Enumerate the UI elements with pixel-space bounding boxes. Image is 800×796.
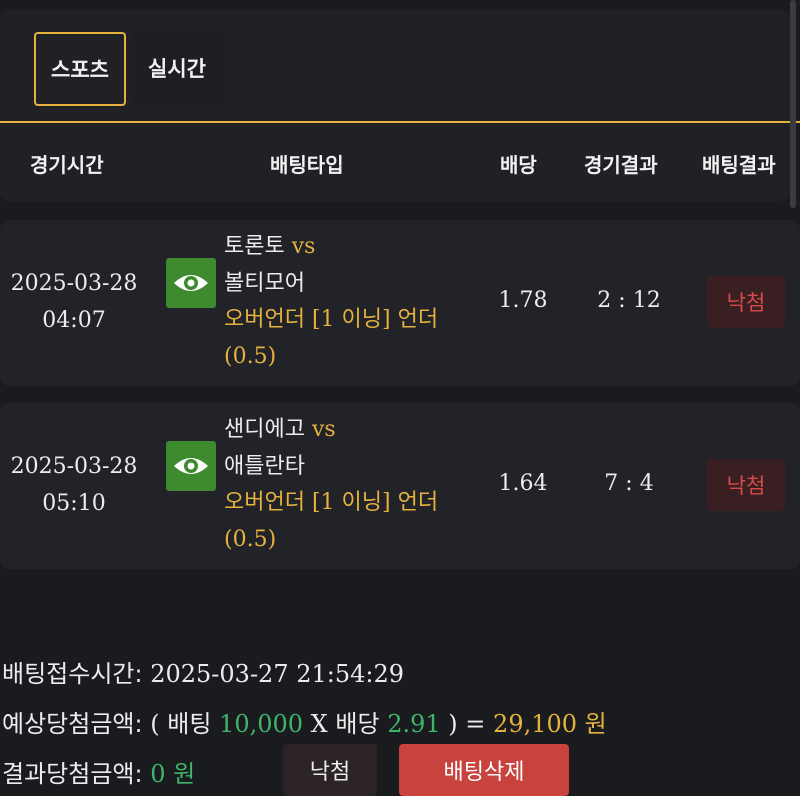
total-odds: 2.91 xyxy=(387,710,441,738)
result-won: 원 xyxy=(173,760,196,788)
tab-sports[interactable]: 스포츠 xyxy=(34,32,126,106)
col-odds: 배당 xyxy=(500,153,537,177)
odds-value: 1.78 xyxy=(498,288,548,313)
bet-type-info: 샌디에고 vs 애틀란타 오버언더 [1 이닝] 언더 (0.5) xyxy=(224,412,474,558)
odds-value: 1.64 xyxy=(498,471,548,496)
game-score: 2 : 12 xyxy=(597,288,661,313)
home-team: 토론토 xyxy=(224,234,285,259)
game-time: 2025-03-28 05:10 xyxy=(0,448,148,522)
received-label: 배팅접수시간: xyxy=(2,660,143,688)
home-team: 샌디에고 xyxy=(224,417,305,442)
vs-label: vs xyxy=(291,234,316,259)
bet-type-info: 토론토 vs 볼티모어 오버언더 [1 이닝] 언더 (0.5) xyxy=(224,229,474,375)
col-game-result: 경기결과 xyxy=(584,153,658,177)
market-line: (0.5) xyxy=(224,526,277,552)
market-line: (0.5) xyxy=(224,343,277,369)
game-time: 2025-03-28 04:07 xyxy=(0,265,148,339)
game-clock: 04:07 xyxy=(42,308,106,333)
delete-bet-button[interactable]: 배팅삭제 xyxy=(399,744,569,796)
market-label: 오버언더 [1 이닝] 언더 xyxy=(224,307,439,332)
table-row: 2025-03-28 05:10 샌디에고 vs 애틀란타 오버언더 [1 이닝… xyxy=(0,403,800,569)
result-amount: 0 xyxy=(150,760,166,788)
bet-result-badge: 낙첨 xyxy=(707,459,785,511)
table-row: 2025-03-28 04:07 토론토 vs 볼티모어 오버언더 [1 이닝]… xyxy=(0,220,800,386)
view-bet-button[interactable] xyxy=(166,258,216,308)
col-bet-result: 배팅결과 xyxy=(702,153,776,177)
result-label: 결과당첨금액: xyxy=(2,760,143,788)
expected-amount: 29,100 xyxy=(493,710,578,738)
bet-result-badge: 낙첨 xyxy=(707,276,785,328)
expected-won: 원 xyxy=(584,710,607,738)
eye-icon xyxy=(174,458,208,474)
vs-label: vs xyxy=(311,417,336,442)
eye-icon xyxy=(174,275,208,291)
bet-received-time: 배팅접수시간: 2025-03-27 21:54:29 xyxy=(2,654,404,689)
col-game-time: 경기시간 xyxy=(30,153,104,177)
result-winnings: 결과당첨금액: 0 원 xyxy=(2,754,195,789)
game-date: 2025-03-28 xyxy=(10,454,138,479)
bet-amount: 10,000 xyxy=(219,710,304,738)
game-clock: 05:10 xyxy=(42,491,106,516)
lost-status-button[interactable]: 낙첨 xyxy=(283,744,377,796)
bet-amount-label: 배팅 xyxy=(167,710,212,738)
tab-live[interactable]: 실시간 xyxy=(130,32,224,104)
away-team: 볼티모어 xyxy=(224,270,305,296)
game-date: 2025-03-28 xyxy=(10,271,138,296)
total-odds-label: 배당 xyxy=(335,710,380,738)
expected-winnings: 예상당첨금액: ( 배팅 10,000 X 배당 2.91 ) = 29,100… xyxy=(2,710,607,738)
received-value: 2025-03-27 21:54:29 xyxy=(150,660,405,688)
expected-label: 예상당첨금액: xyxy=(2,710,143,738)
away-team: 애틀란타 xyxy=(224,453,305,479)
market-label: 오버언더 [1 이닝] 언더 xyxy=(224,490,439,515)
view-bet-button[interactable] xyxy=(166,441,216,491)
scrollbar[interactable] xyxy=(790,0,796,208)
game-score: 7 : 4 xyxy=(604,471,654,496)
col-bet-type: 배팅타입 xyxy=(270,153,344,177)
table-header: 경기시간 배팅타입 배당 경기결과 배팅결과 xyxy=(0,123,790,201)
